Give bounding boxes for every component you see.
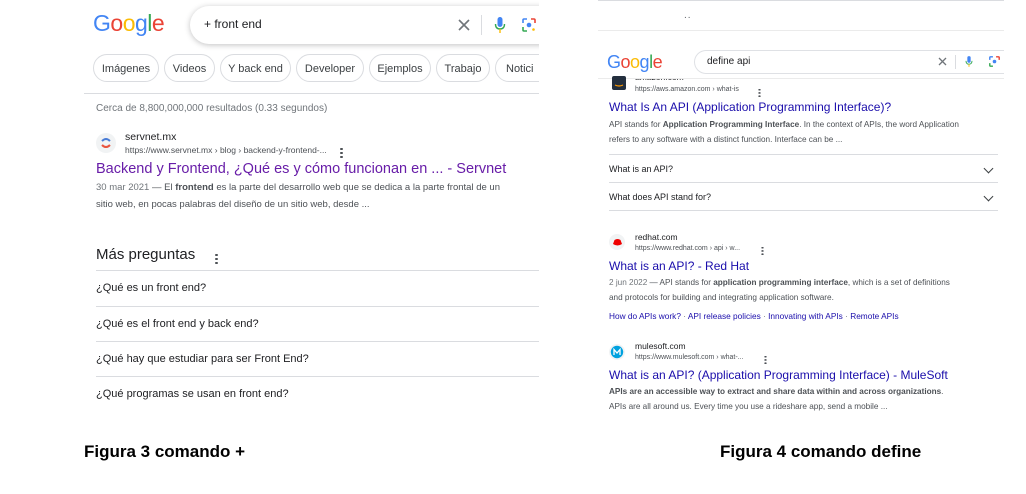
- more-options-icon[interactable]: [764, 354, 767, 365]
- question-item[interactable]: ¿Qué es el front end y back end?: [96, 318, 259, 330]
- question-divider: [96, 306, 539, 307]
- redhat-logo-icon: [612, 238, 622, 245]
- sitelinks: How do APIs work? · API release policies…: [609, 306, 899, 324]
- top-border: [598, 0, 1004, 1]
- site-url: https://www.mulesoft.com › what-...: [635, 354, 744, 361]
- result-title-link[interactable]: What Is An API (Application Programming …: [609, 100, 891, 114]
- search-input[interactable]: + front end: [204, 17, 262, 31]
- right-screenshot: .. Google define api amazon.com https://…: [598, 0, 1004, 420]
- more-options-icon[interactable]: [761, 245, 764, 256]
- mulesoft-logo-icon: [610, 345, 624, 359]
- redhat-favicon: [609, 234, 625, 250]
- amazon-favicon: [612, 76, 626, 90]
- chip-imagenes[interactable]: Imágenes: [93, 54, 159, 82]
- site-url: https://www.servnet.mx › blog › backend-…: [125, 145, 327, 155]
- search-box: define api: [695, 51, 1004, 73]
- servnet-logo-icon: [101, 138, 111, 148]
- chip-videos[interactable]: Videos: [164, 54, 215, 82]
- more-questions-heading: Más preguntas: [96, 246, 196, 263]
- question-divider: [609, 182, 998, 183]
- header-bottom-border: [598, 78, 1004, 79]
- more-options-icon[interactable]: [340, 146, 343, 160]
- question-item[interactable]: ¿Qué programas se usan en front end?: [96, 388, 289, 400]
- question-item[interactable]: ¿Qué hay que estudiar para ser Front End…: [96, 353, 309, 365]
- search-divider: [955, 55, 956, 69]
- chip-trabajo[interactable]: Trabajo: [436, 54, 490, 82]
- site-favicon: [96, 133, 116, 153]
- question-divider: [96, 376, 539, 377]
- result-title-link[interactable]: What is an API? (Application Programming…: [609, 368, 948, 382]
- sitelink[interactable]: How do APIs work?: [609, 311, 681, 321]
- header-divider: [84, 93, 539, 94]
- sitelink-separator: ·: [680, 311, 688, 321]
- figure-4-caption: Figura 4 comando define: [720, 442, 922, 461]
- clear-icon[interactable]: [938, 57, 947, 66]
- result-snippet: 2 jun 2022 — API stands for application …: [609, 278, 950, 302]
- result-title-link[interactable]: Backend y Frontend, ¿Qué es y cómo funci…: [96, 161, 506, 177]
- left-screenshot: Google + front end Imágenes Videos Y bac…: [84, 0, 539, 420]
- question-divider: [609, 154, 998, 155]
- lens-icon[interactable]: [522, 18, 536, 32]
- chevron-down-icon[interactable]: [983, 163, 994, 174]
- search-box: + front end: [190, 6, 539, 44]
- result-date: 2 jun 2022: [609, 278, 648, 287]
- microphone-icon[interactable]: [494, 16, 506, 34]
- mulesoft-favicon: [609, 344, 625, 360]
- top-dots: ..: [684, 10, 692, 21]
- chip-noticias[interactable]: Notici: [495, 54, 539, 82]
- question-item[interactable]: What does API stand for?: [609, 192, 711, 202]
- site-url: https://aws.amazon.com › what-is: [635, 86, 739, 93]
- result-snippet: API stands for Application Programming I…: [609, 120, 959, 144]
- sitelink-separator: ·: [760, 311, 769, 321]
- result-stats: Cerca de 8,800,000,000 resultados (0.33 …: [96, 103, 328, 114]
- sitelink[interactable]: Innovating with APIs: [768, 311, 843, 321]
- google-logo[interactable]: Google: [607, 52, 663, 73]
- question-item[interactable]: What is an API?: [609, 164, 673, 174]
- result-snippet: 30 mar 2021 — El frontend es la parte de…: [96, 182, 500, 210]
- question-item[interactable]: ¿Qué es un front end?: [96, 282, 206, 294]
- site-name: mulesoft.com: [635, 341, 686, 351]
- site-name: redhat.com: [635, 232, 678, 242]
- result-snippet: APIs are an accessible way to extract an…: [609, 387, 944, 411]
- clear-icon[interactable]: [458, 19, 470, 31]
- sitelink[interactable]: Remote APIs: [850, 311, 898, 321]
- lens-icon[interactable]: [989, 56, 1000, 67]
- result-title-link[interactable]: What is an API? - Red Hat: [609, 259, 749, 273]
- chip-ejemplos[interactable]: Ejemplos: [369, 54, 431, 82]
- site-name: amazon.com: [635, 72, 684, 82]
- top-border: [598, 30, 1004, 31]
- more-options-icon[interactable]: [758, 87, 761, 98]
- site-name: servnet.mx: [125, 131, 177, 143]
- result-date: 30 mar 2021: [96, 182, 150, 193]
- site-url: https://www.redhat.com › api › w...: [635, 245, 741, 252]
- search-input[interactable]: define api: [707, 56, 750, 67]
- question-divider: [96, 341, 539, 342]
- amazon-logo-icon: [614, 84, 624, 87]
- sitelink[interactable]: API release policies: [688, 311, 761, 321]
- google-logo[interactable]: Google: [93, 10, 165, 37]
- search-divider: [481, 15, 482, 35]
- figure-3-caption: Figura 3 comando +: [84, 442, 246, 461]
- question-divider: [609, 210, 998, 211]
- chevron-down-icon[interactable]: [983, 191, 994, 202]
- chip-back-end[interactable]: Y back end: [220, 54, 291, 82]
- microphone-icon[interactable]: [965, 55, 973, 68]
- more-questions-options-icon[interactable]: [215, 252, 218, 266]
- question-divider: [96, 270, 539, 271]
- chip-developer[interactable]: Developer: [296, 54, 364, 82]
